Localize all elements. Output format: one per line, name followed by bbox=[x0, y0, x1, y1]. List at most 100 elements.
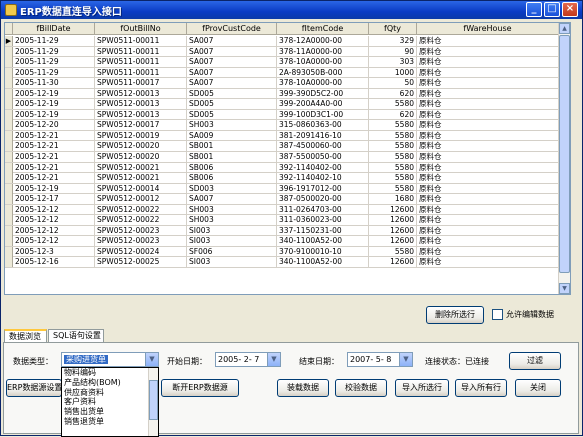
table-cell[interactable]: SA007 bbox=[187, 36, 277, 46]
table-cell[interactable]: SD005 bbox=[187, 99, 277, 110]
grid-vertical-scrollbar[interactable]: ▲ ▼ bbox=[558, 23, 570, 294]
table-cell[interactable]: 337-1150231-00 bbox=[277, 225, 369, 236]
row-indicator[interactable] bbox=[5, 67, 13, 78]
disconnect-erp-button[interactable]: 断开ERP数据源 bbox=[161, 379, 239, 397]
col-header-foutbillno[interactable]: fOutBillNo bbox=[95, 23, 187, 35]
erp-source-settings-button[interactable]: ERP数据源设置 bbox=[6, 379, 62, 397]
table-cell[interactable]: SPW0512-00012 bbox=[95, 194, 187, 205]
table-cell[interactable]: 2005-12-20 bbox=[13, 120, 95, 131]
chevron-down-icon[interactable]: ▼ bbox=[145, 353, 158, 366]
row-indicator[interactable] bbox=[5, 183, 13, 194]
table-cell[interactable]: 2005-12-19 bbox=[13, 109, 95, 120]
table-cell[interactable]: 2005-12-17 bbox=[13, 194, 95, 205]
table-cell[interactable]: 原料仓 bbox=[417, 173, 559, 184]
table-cell[interactable]: SPW0511-00011 bbox=[95, 36, 187, 46]
chevron-down-icon[interactable]: ▼ bbox=[267, 353, 280, 366]
table-cell[interactable]: 399-390D5C2-00 bbox=[277, 88, 369, 99]
row-indicator[interactable] bbox=[5, 162, 13, 173]
row-indicator[interactable] bbox=[5, 215, 13, 226]
table-cell[interactable]: 1000 bbox=[369, 67, 417, 78]
table-cell[interactable]: 311-0264703-00 bbox=[277, 204, 369, 215]
table-row[interactable]: ▶ 2005-11-29 SPW0511-00011 SA007 378-12A0000… bbox=[5, 36, 570, 47]
table-row[interactable]: 2005-12-3 SPW0512-00024 SF006 370-9100010-1… bbox=[5, 246, 570, 258]
table-cell[interactable]: 12600 bbox=[369, 225, 417, 236]
table-cell[interactable]: 原料仓 bbox=[417, 225, 559, 236]
table-row[interactable]: 2005-12-12 SPW0512-00022 SH003 311-0264703-… bbox=[5, 204, 570, 216]
table-cell[interactable]: 392-1140402-00 bbox=[277, 162, 369, 173]
table-cell[interactable]: 399-200A4A0-00 bbox=[277, 99, 369, 110]
col-header-fitemcode[interactable]: fItemCode bbox=[277, 23, 369, 35]
row-indicator[interactable] bbox=[5, 88, 13, 99]
table-cell[interactable]: SPW0512-00021 bbox=[95, 173, 187, 184]
table-row[interactable]: 2005-12-20 SPW0512-00017 SH003 315-0860363-… bbox=[5, 120, 570, 131]
table-cell[interactable]: SH003 bbox=[187, 215, 277, 226]
table-cell[interactable]: 2005-12-12 bbox=[13, 204, 95, 215]
table-cell[interactable]: SF006 bbox=[187, 246, 277, 257]
arrow-up-icon[interactable]: ▲ bbox=[559, 23, 570, 34]
delete-selected-button[interactable]: 删除所选行 bbox=[426, 306, 484, 324]
table-cell[interactable]: 2005-12-21 bbox=[13, 173, 95, 184]
table-row[interactable]: 2005-12-21 SPW0512-00020 SB001 387-4500060-… bbox=[5, 141, 570, 153]
table-cell[interactable]: 原料仓 bbox=[417, 46, 559, 57]
table-cell[interactable]: SPW0512-00024 bbox=[95, 246, 187, 257]
table-cell[interactable]: 396-1917012-00 bbox=[277, 183, 369, 194]
table-cell[interactable]: SI003 bbox=[187, 236, 277, 247]
dropdown-scrollbar[interactable] bbox=[148, 368, 158, 436]
table-cell[interactable]: 378-10A0000-00 bbox=[277, 57, 369, 68]
table-cell[interactable]: 2005-12-21 bbox=[13, 141, 95, 152]
row-indicator[interactable] bbox=[5, 246, 13, 257]
table-cell[interactable]: 5580 bbox=[369, 173, 417, 184]
table-cell[interactable]: 2005-12-16 bbox=[13, 257, 95, 268]
table-cell[interactable]: 原料仓 bbox=[417, 78, 559, 89]
table-cell[interactable]: SD005 bbox=[187, 109, 277, 120]
table-cell[interactable]: 原料仓 bbox=[417, 130, 559, 141]
table-cell[interactable]: SB006 bbox=[187, 162, 277, 173]
table-cell[interactable]: SPW0512-00022 bbox=[95, 215, 187, 226]
table-cell[interactable]: SPW0512-00013 bbox=[95, 109, 187, 120]
table-cell[interactable]: 399-100D3C1-00 bbox=[277, 109, 369, 120]
table-cell[interactable]: SA009 bbox=[187, 130, 277, 141]
table-cell[interactable]: 329 bbox=[369, 36, 417, 46]
row-indicator[interactable] bbox=[5, 130, 13, 141]
table-cell[interactable]: 303 bbox=[369, 57, 417, 68]
table-cell[interactable]: SPW0512-00013 bbox=[95, 99, 187, 110]
arrow-down-icon[interactable]: ▼ bbox=[559, 283, 570, 294]
table-cell[interactable]: 原料仓 bbox=[417, 204, 559, 215]
table-row[interactable]: 2005-12-19 SPW0512-00013 SD005 399-100D3C1-… bbox=[5, 109, 570, 121]
table-cell[interactable]: 原料仓 bbox=[417, 36, 559, 46]
table-cell[interactable]: 12600 bbox=[369, 236, 417, 247]
table-cell[interactable]: 378-11A0000-00 bbox=[277, 46, 369, 57]
table-cell[interactable]: SA007 bbox=[187, 46, 277, 57]
table-cell[interactable]: 387-0500020-00 bbox=[277, 194, 369, 205]
table-cell[interactable]: 原料仓 bbox=[417, 246, 559, 257]
scroll-thumb[interactable] bbox=[559, 35, 570, 273]
table-cell[interactable]: SH003 bbox=[187, 204, 277, 215]
dropdown-option[interactable]: 物料编码 bbox=[62, 368, 158, 378]
table-cell[interactable]: 2005-12-12 bbox=[13, 236, 95, 247]
table-cell[interactable]: SPW0512-00017 bbox=[95, 120, 187, 131]
table-cell[interactable]: 5580 bbox=[369, 120, 417, 131]
table-cell[interactable]: SPW0512-00019 bbox=[95, 130, 187, 141]
table-cell[interactable]: 原料仓 bbox=[417, 152, 559, 163]
maximize-button[interactable]: □ bbox=[544, 2, 560, 17]
table-cell[interactable]: SPW0512-00014 bbox=[95, 183, 187, 194]
end-date-picker[interactable]: 2007- 5- 8 ▼ bbox=[347, 352, 413, 367]
row-indicator[interactable] bbox=[5, 152, 13, 163]
tab-sql-settings[interactable]: SQL语句设置 bbox=[48, 329, 104, 342]
table-row[interactable]: 2005-12-16 SPW0512-00025 SI003 340-1100A52-… bbox=[5, 257, 570, 269]
table-cell[interactable]: 原料仓 bbox=[417, 236, 559, 247]
table-cell[interactable]: 12600 bbox=[369, 204, 417, 215]
dropdown-option[interactable]: 产品结构(BOM) bbox=[62, 378, 158, 388]
import-all-button[interactable]: 导入所有行 bbox=[455, 379, 507, 397]
table-cell[interactable]: 5580 bbox=[369, 152, 417, 163]
table-cell[interactable]: 1680 bbox=[369, 194, 417, 205]
allow-edit-checkbox[interactable] bbox=[492, 309, 503, 320]
table-row[interactable]: 2005-11-30 SPW0511-00017 SA007 378-10A0000-… bbox=[5, 78, 570, 89]
table-cell[interactable]: 311-0360023-00 bbox=[277, 215, 369, 226]
verify-data-button[interactable]: 校验数据 bbox=[335, 379, 387, 397]
table-cell[interactable]: SH003 bbox=[187, 120, 277, 131]
table-cell[interactable]: 原料仓 bbox=[417, 141, 559, 152]
col-header-fprovcustcode[interactable]: fProvCustCode bbox=[187, 23, 277, 35]
row-indicator[interactable] bbox=[5, 57, 13, 68]
table-cell[interactable]: 50 bbox=[369, 78, 417, 89]
